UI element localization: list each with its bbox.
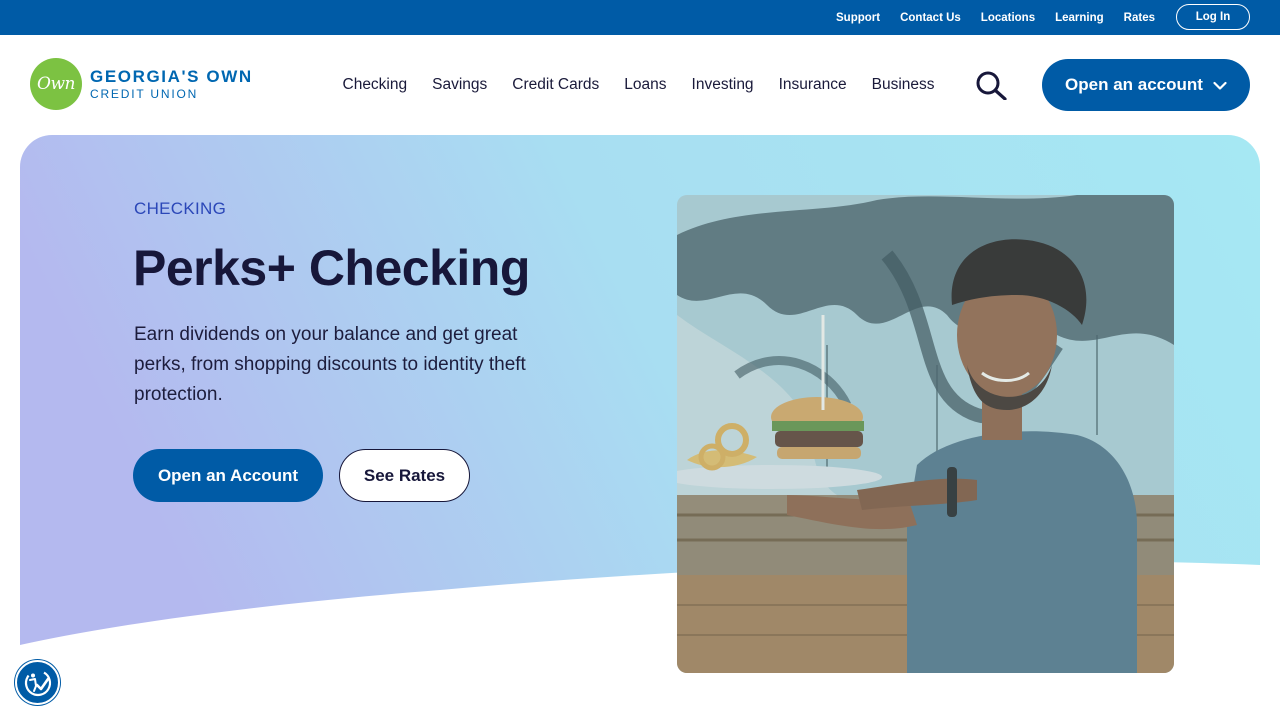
logo[interactable]: Own GEORGIA'S OWN CREDIT UNION xyxy=(30,58,253,110)
hero-photo xyxy=(677,195,1174,673)
utility-bar: Support Contact Us Locations Learning Ra… xyxy=(0,0,1280,35)
open-an-account-button[interactable]: Open an Account xyxy=(133,449,323,502)
logo-mark-text: Own xyxy=(37,74,75,94)
nav-item-checking[interactable]: Checking xyxy=(330,76,420,94)
hero-eyebrow: CHECKING xyxy=(134,199,227,218)
hero-description: Earn dividends on your balance and get g… xyxy=(134,324,526,405)
hero-section: CHECKING Perks+ Checking Earn dividends … xyxy=(20,135,1260,720)
utility-link-support[interactable]: Support xyxy=(836,12,880,24)
utility-link-contact-us[interactable]: Contact Us xyxy=(900,12,961,24)
nav-item-investing[interactable]: Investing xyxy=(679,76,766,94)
logo-line-1: GEORGIA'S OWN xyxy=(90,67,253,86)
main-header: Own GEORGIA'S OWN CREDIT UNION Checking … xyxy=(0,35,1280,135)
log-in-button[interactable]: Log In xyxy=(1176,4,1250,30)
logo-wordmark: GEORGIA'S OWN CREDIT UNION xyxy=(90,68,253,100)
nav-item-business[interactable]: Business xyxy=(859,76,947,94)
utility-links: Support Contact Us Locations Learning Ra… xyxy=(836,0,1155,35)
utility-link-learning[interactable]: Learning xyxy=(1055,12,1104,24)
accessibility-button[interactable] xyxy=(15,660,60,705)
page-title: Perks+ Checking xyxy=(133,240,530,296)
nav-item-savings[interactable]: Savings xyxy=(420,76,500,94)
search-button[interactable] xyxy=(974,70,1010,101)
man-serving-burger-illustration xyxy=(677,195,1174,673)
open-account-label: Open an account xyxy=(1065,75,1203,94)
nav-item-insurance[interactable]: Insurance xyxy=(766,76,859,94)
nav-item-credit-cards[interactable]: Credit Cards xyxy=(500,76,612,94)
main-nav: Checking Savings Credit Cards Loans Inve… xyxy=(330,35,947,135)
utility-link-locations[interactable]: Locations xyxy=(981,12,1035,24)
chevron-down-icon xyxy=(1213,81,1227,90)
open-account-dropdown-button[interactable]: Open an account xyxy=(1042,59,1250,111)
logo-line-2: CREDIT UNION xyxy=(90,87,199,101)
nav-item-loans[interactable]: Loans xyxy=(612,76,679,94)
logo-mark: Own xyxy=(30,58,82,110)
accessibility-icon xyxy=(24,669,51,696)
search-icon xyxy=(976,71,1007,101)
see-rates-button[interactable]: See Rates xyxy=(339,449,470,502)
utility-link-rates[interactable]: Rates xyxy=(1124,12,1155,24)
